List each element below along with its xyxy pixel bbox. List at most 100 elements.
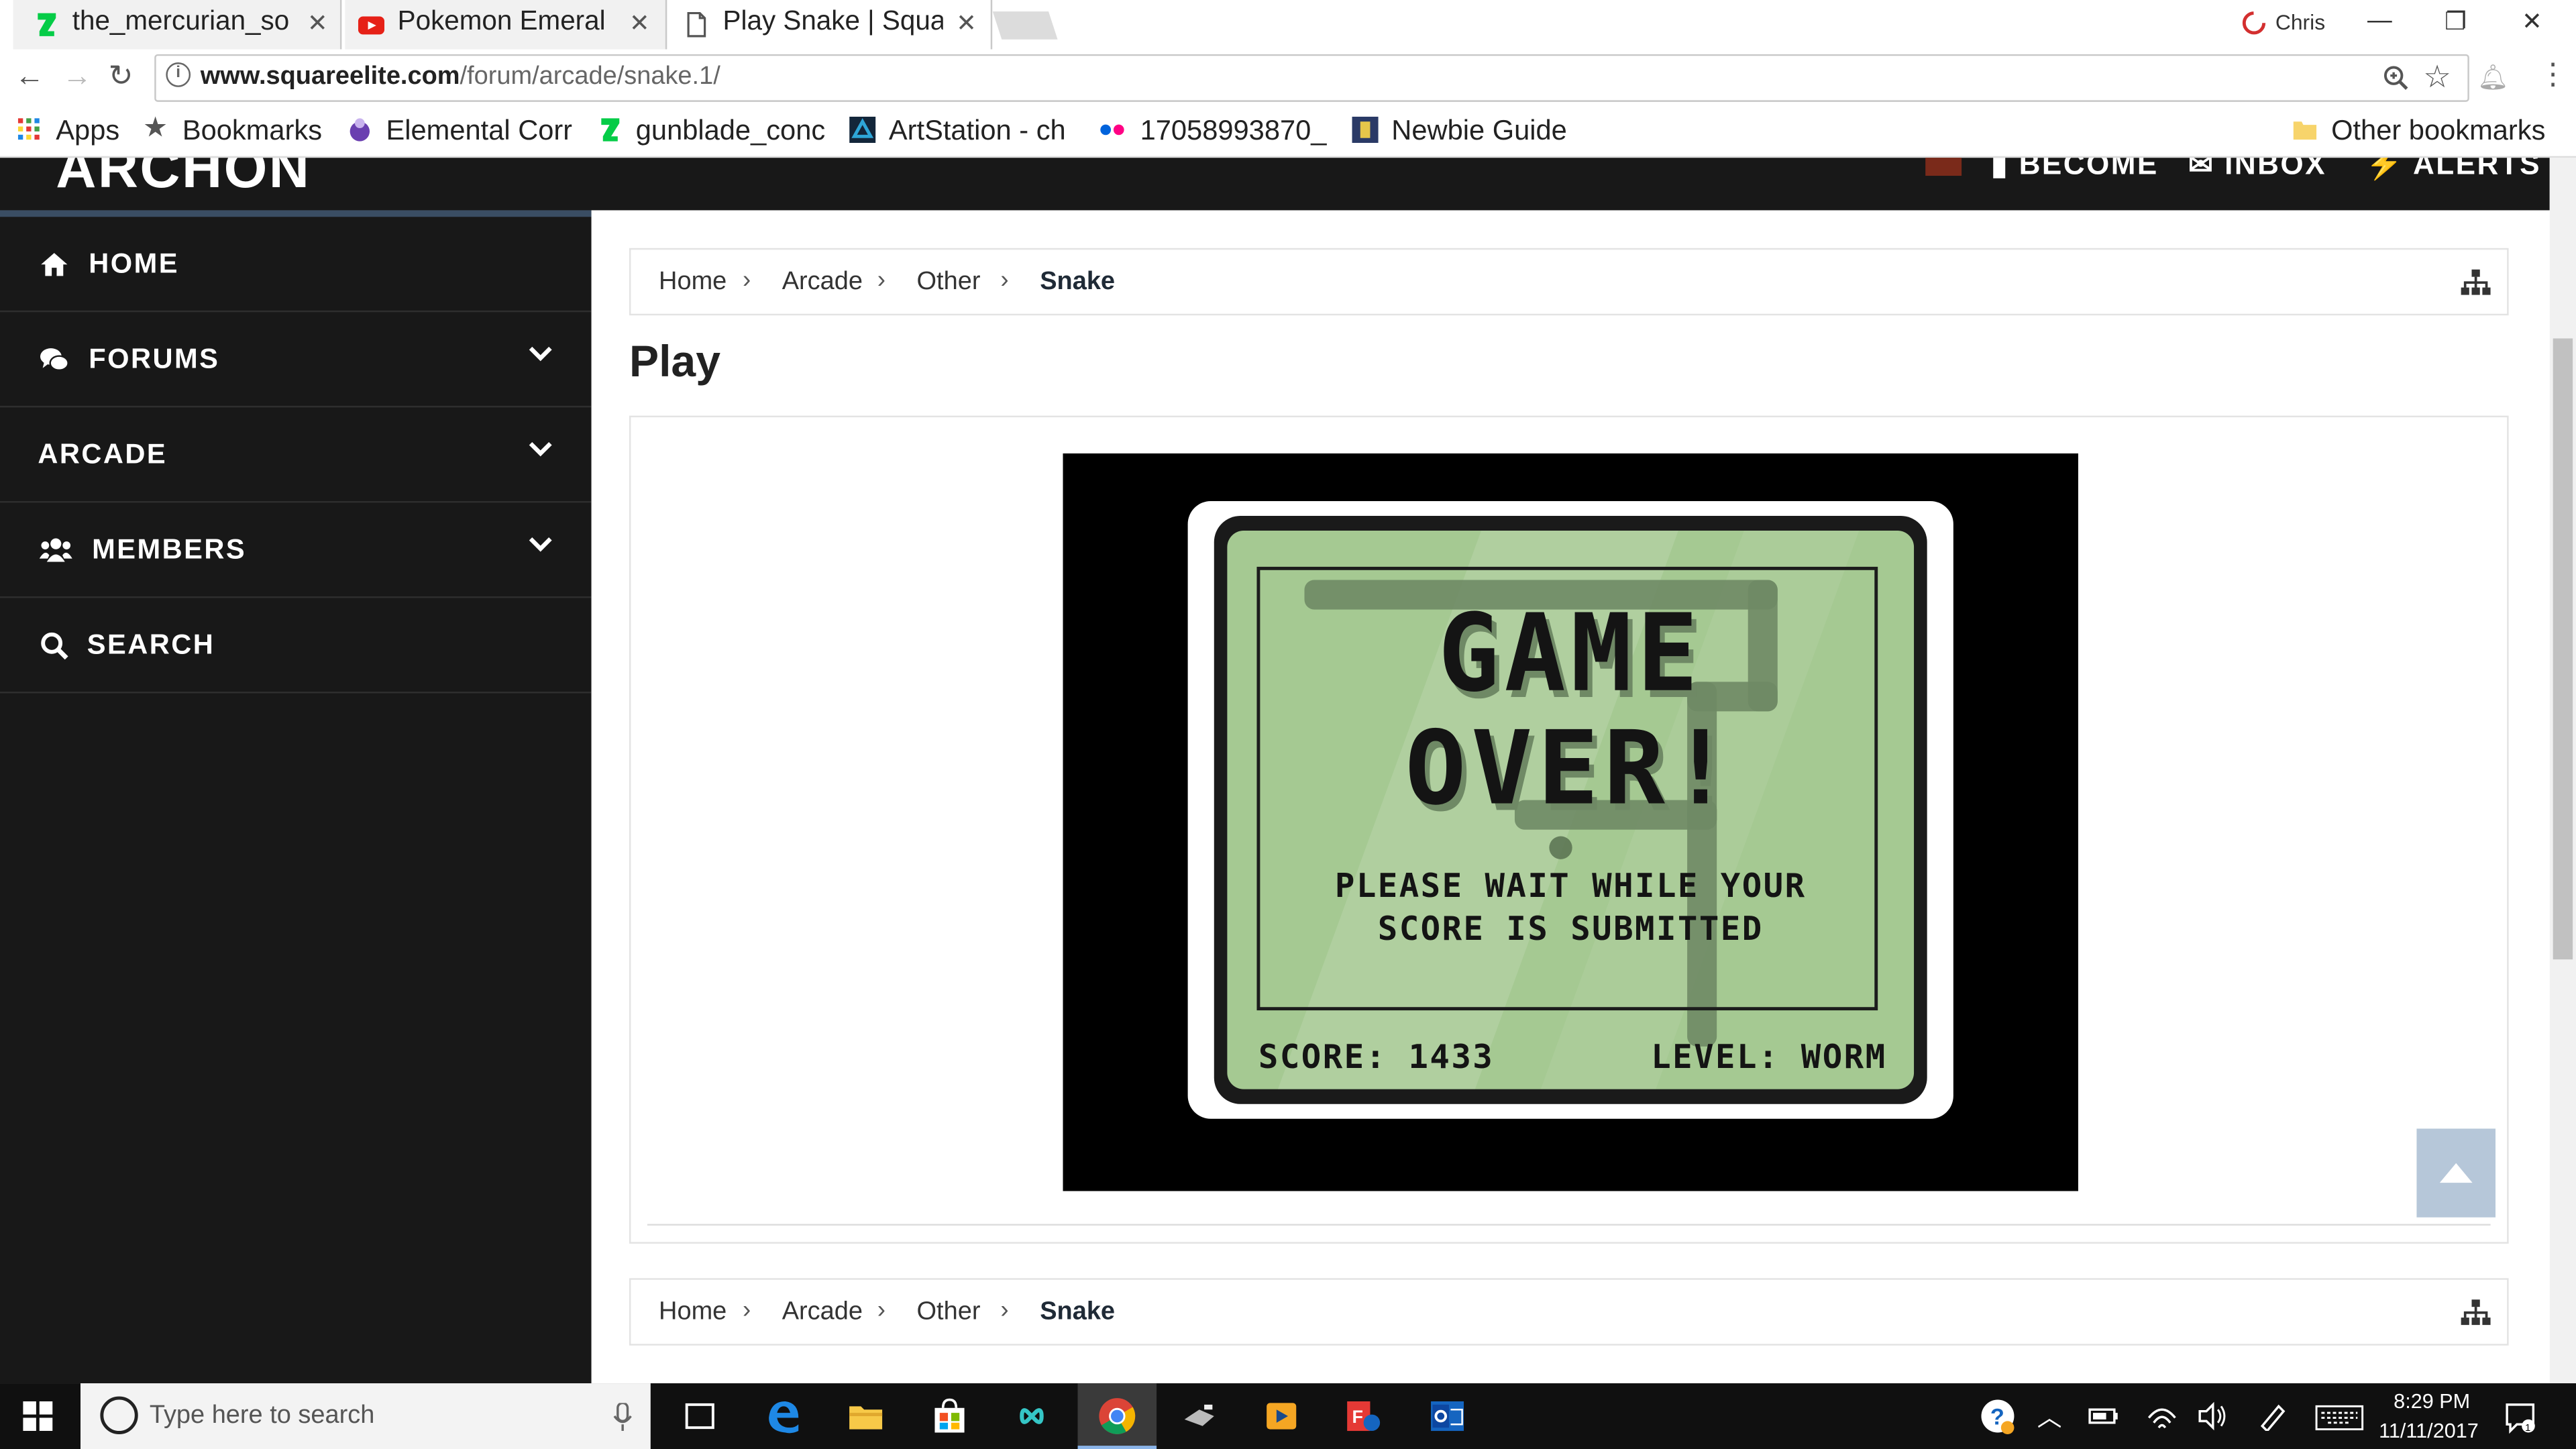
submit-message-line1: PLEASE WAIT WHILE YOUR: [1334, 865, 1807, 906]
tab-play-snake[interactable]: Play Snake | Squa ✕: [651, 0, 992, 49]
chevron-down-icon[interactable]: [527, 531, 553, 557]
artstation-icon: [849, 116, 876, 144]
menu-icon[interactable]: ⋮: [2538, 58, 2568, 92]
keyboard-icon[interactable]: [2315, 1405, 2364, 1431]
nav-become-label: BECOME: [2019, 158, 2159, 181]
profile-name[interactable]: Chris: [2275, 10, 2325, 35]
tab-close-icon[interactable]: ✕: [956, 8, 977, 38]
bell-icon[interactable]: 🔔︎: [2477, 62, 2509, 93]
wifi-icon[interactable]: [2145, 1401, 2178, 1431]
game-bezel: GAME OVER! PLEASE WAIT WHILE YOUR SCORE …: [1214, 515, 1927, 1104]
tray-chevron-icon[interactable]: ︿: [2037, 1400, 2062, 1434]
tab-mercurian[interactable]: the_mercurian_so ✕: [0, 0, 341, 49]
help-icon[interactable]: ?: [1978, 1397, 2018, 1436]
chevron-right-icon: ›: [742, 1296, 751, 1324]
address-bar[interactable]: i www.squareelite.com/forum/arcade/snake…: [154, 54, 2469, 102]
bookmark-gunblade[interactable]: gunblade_conc: [636, 115, 826, 148]
svg-text:1: 1: [2525, 1423, 2530, 1434]
clock-time[interactable]: 8:29 PM: [2394, 1390, 2470, 1413]
windows-start-icon[interactable]: [23, 1401, 53, 1432]
new-tab-button[interactable]: [992, 11, 1058, 40]
battery-icon[interactable]: [2088, 1405, 2121, 1428]
star-icon[interactable]: ☆: [2423, 59, 2451, 97]
sidebar-item-search[interactable]: SEARCH: [0, 598, 592, 694]
bookmark-apps[interactable]: Apps: [56, 115, 119, 148]
nav-become[interactable]: ▮ BECOME: [1991, 158, 2159, 182]
infinity-app-icon[interactable]: [1012, 1397, 1052, 1436]
game-over-line1: GAME: [1438, 590, 1703, 716]
sidebar-item-label: SEARCH: [87, 629, 215, 661]
breadcrumb-other[interactable]: Other: [917, 1298, 981, 1328]
cortana-icon: [100, 1396, 138, 1434]
tab-title: Pokemon Emeral: [397, 6, 606, 36]
sidebar-item-members[interactable]: MEMBERS: [0, 502, 592, 598]
sidebar-item-arcade[interactable]: ARCADE: [0, 407, 592, 503]
clock-date[interactable]: 11/11/2017: [2379, 1419, 2479, 1442]
bookmark-artstation[interactable]: ArtStation - ch: [889, 115, 1076, 148]
sidebar-item-label: MEMBERS: [92, 533, 247, 566]
bookmark-bookmarks[interactable]: Bookmarks: [182, 115, 322, 148]
breadcrumb-bottom: Home › Arcade › Other › Snake: [629, 1278, 2509, 1346]
edge-icon[interactable]: [764, 1397, 804, 1436]
forward-icon[interactable]: →: [62, 59, 92, 93]
info-icon[interactable]: i: [166, 62, 191, 87]
notifications-icon[interactable]: 1: [2504, 1401, 2536, 1434]
snake-game-canvas[interactable]: GAME OVER! PLEASE WAIT WHILE YOUR SCORE …: [1063, 453, 2078, 1191]
microphone-icon[interactable]: [612, 1403, 632, 1432]
pen-icon[interactable]: [2257, 1401, 2290, 1432]
reload-icon[interactable]: ↻: [109, 59, 133, 93]
file-explorer-icon[interactable]: [846, 1397, 885, 1436]
close-window-icon[interactable]: ✕: [2522, 7, 2542, 36]
tab-pokemon[interactable]: Pokemon Emeral ✕: [325, 0, 667, 49]
bookmark-newbie-guide[interactable]: Newbie Guide: [1391, 115, 1582, 148]
breadcrumb-home[interactable]: Home: [659, 268, 727, 297]
restore-icon[interactable]: ❐: [2445, 7, 2467, 36]
taskbar-chrome-active[interactable]: [1077, 1383, 1157, 1449]
store-icon[interactable]: [930, 1397, 969, 1436]
bookmark-elemental[interactable]: Elemental Corr: [386, 115, 572, 148]
sidebar-item-home[interactable]: HOME: [0, 217, 592, 313]
app-icon[interactable]: [1179, 1397, 1219, 1436]
divider: [647, 1224, 2491, 1226]
chevron-right-icon: ›: [877, 1296, 886, 1324]
flickr-icon: [1100, 124, 1124, 136]
scroll-to-top-button[interactable]: [2416, 1128, 2496, 1218]
foxit-icon[interactable]: F: [1344, 1397, 1383, 1436]
page-icon: [687, 12, 706, 38]
bookmark-other[interactable]: Other bookmarks: [2331, 115, 2545, 148]
sitemap-icon[interactable]: [2461, 269, 2491, 296]
star-icon: ★: [143, 111, 168, 144]
chevron-right-icon: ›: [1000, 1296, 1009, 1324]
sidebar-item-forums[interactable]: FORUMS: [0, 312, 592, 408]
breadcrumb-arcade[interactable]: Arcade: [782, 1298, 863, 1328]
breadcrumb-other[interactable]: Other: [917, 268, 981, 297]
breadcrumb-snake[interactable]: Snake: [1040, 1298, 1115, 1328]
score-readout: SCORE: 1433: [1258, 1036, 1495, 1077]
back-icon[interactable]: ←: [15, 59, 44, 93]
minimize-icon[interactable]: —: [2367, 7, 2392, 35]
media-player-icon[interactable]: [1262, 1397, 1301, 1436]
breadcrumb-snake[interactable]: Snake: [1040, 268, 1115, 297]
chevron-down-icon[interactable]: [527, 340, 553, 366]
nav-alerts-label: ALERTS: [2412, 158, 2541, 181]
bookmark-flickr[interactable]: 17058993870_: [1140, 115, 1330, 148]
outlook-icon[interactable]: [1428, 1397, 1467, 1436]
sitemap-icon[interactable]: [2461, 1299, 2491, 1326]
tab-close-icon[interactable]: ✕: [629, 8, 650, 38]
chevron-right-icon: ›: [742, 266, 751, 294]
page-scrollbar[interactable]: [2549, 158, 2576, 1384]
avatar[interactable]: [1925, 158, 1962, 176]
scrollbar-thumb[interactable]: [2553, 338, 2573, 960]
taskbar-search-input[interactable]: Type here to search: [80, 1383, 651, 1449]
task-view-icon[interactable]: [680, 1397, 720, 1436]
zoom-icon[interactable]: [2382, 64, 2410, 93]
volume-icon[interactable]: [2196, 1401, 2229, 1431]
site-logo[interactable]: ARCHON: [56, 158, 311, 202]
breadcrumb-home[interactable]: Home: [659, 1298, 727, 1328]
chevron-down-icon[interactable]: [527, 435, 553, 462]
web-page: ARCHON ▮ BECOME ✉ INBOX ⚡ ALERTS HOME FO…: [0, 158, 2550, 1384]
nav-alerts[interactable]: ⚡ ALERTS: [2366, 158, 2541, 182]
breadcrumb-arcade[interactable]: Arcade: [782, 268, 863, 297]
taskbar: Type here to search F ? ︿ 8:29 PM 11/11/…: [0, 1383, 2576, 1449]
nav-inbox[interactable]: ✉ INBOX: [2188, 158, 2326, 182]
